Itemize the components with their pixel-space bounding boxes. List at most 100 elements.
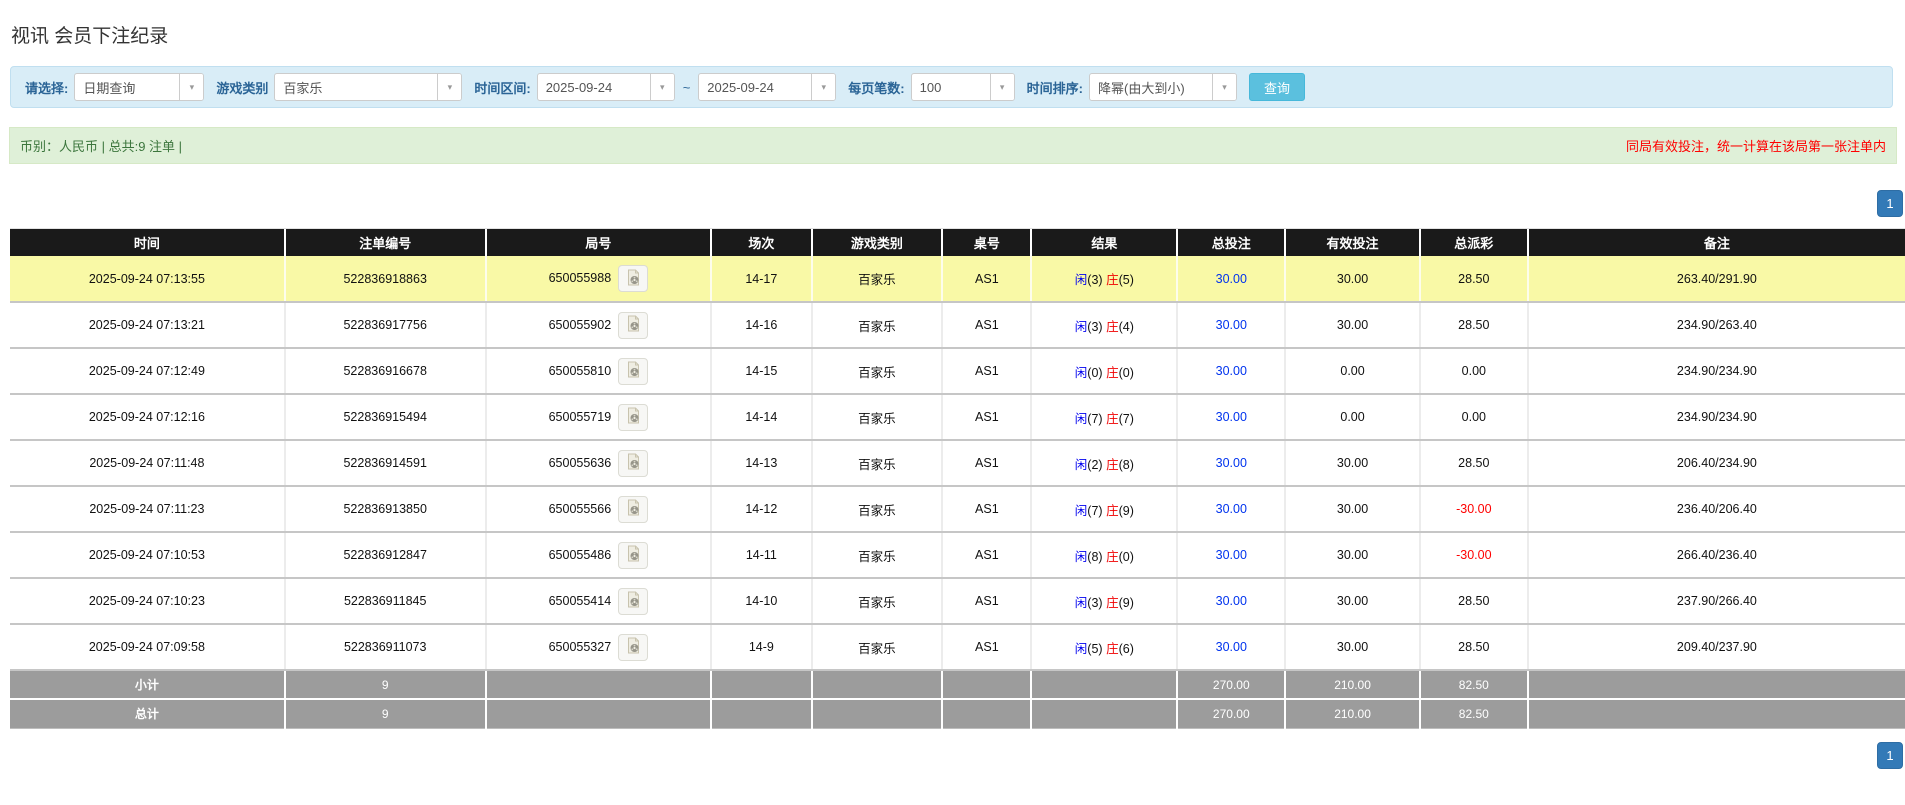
cell-round-no: 650055719 (485, 394, 713, 441)
time-sort-select[interactable]: 降幂(由大到小) ▾ (1088, 73, 1237, 101)
total-bet-link[interactable]: 30.00 (1216, 272, 1247, 286)
result-player-label: 闲 (1074, 411, 1088, 426)
cell-table-no: AS1 (942, 440, 1033, 487)
footer-empty-cell (1031, 699, 1179, 729)
video-replay-button[interactable] (618, 541, 649, 569)
cell-table-no: AS1 (942, 256, 1033, 303)
result-player-score: (8) (1087, 549, 1103, 564)
cell-round-no: 650055988 (485, 256, 713, 303)
cell-total-bet: 30.00 (1177, 394, 1287, 441)
cell-payout: -30.00 (1419, 486, 1529, 533)
result-player-label: 闲 (1074, 641, 1088, 656)
cell-result: 闲(3) 庄(4) (1031, 302, 1179, 349)
cell-remark: 206.40/234.90 (1527, 440, 1905, 487)
cell-valid-bet: 30.00 (1285, 624, 1421, 671)
cell-result: 闲(5) 庄(6) (1031, 624, 1179, 671)
cell-result: 闲(0) 庄(0) (1031, 348, 1179, 395)
cell-bet-no: 522836911073 (284, 624, 487, 671)
video-record-icon (625, 453, 642, 473)
cell-result: 闲(8) 庄(0) (1031, 532, 1179, 579)
result-banker-label: 庄 (1106, 503, 1119, 518)
result-player-score: (3) (1087, 319, 1103, 334)
cell-session: 14-16 (711, 302, 813, 349)
column-header: 游戏类别 (811, 229, 944, 256)
cell-total-bet: 30.00 (1177, 624, 1287, 671)
cell-session: 14-10 (711, 578, 813, 625)
cell-game-type: 百家乐 (811, 302, 944, 349)
game-type-select[interactable]: 百家乐 ▾ (274, 73, 463, 101)
footer-payout: 82.50 (1419, 699, 1529, 729)
video-record-icon (625, 499, 642, 519)
chevron-down-icon: ▾ (649, 74, 674, 100)
page-size-select[interactable]: 100 ▾ (910, 73, 1015, 101)
query-type-value: 日期查询 (83, 80, 136, 96)
date-to-value: 2025-09-24 (707, 79, 774, 95)
result-banker-label: 庄 (1106, 457, 1119, 472)
result-banker-label: 庄 (1106, 595, 1119, 610)
cell-payout: 0.00 (1419, 394, 1529, 441)
round-no-text: 650055486 (548, 547, 612, 562)
result-banker-score: (5) (1118, 273, 1134, 287)
video-replay-button[interactable] (618, 449, 649, 477)
column-header: 有效投注 (1285, 229, 1421, 256)
date-to-select[interactable]: 2025-09-24 ▾ (698, 73, 837, 101)
result-player-label: 闲 (1074, 503, 1088, 518)
result-player-score: (2) (1087, 457, 1103, 472)
bet-record-row: 2025-09-24 07:12:49 522836916678 650055810… (10, 348, 1905, 395)
cell-bet-no: 522836913850 (284, 486, 487, 533)
cell-total-bet: 30.00 (1177, 302, 1287, 349)
summary-bar: 币别：人民币 | 总共:9 注单 | 同局有效投注，统一计算在该局第一张注单内 (9, 127, 1897, 164)
cell-payout: -30.00 (1419, 532, 1529, 579)
cell-bet-no: 522836911845 (284, 578, 487, 625)
video-replay-button[interactable] (618, 587, 649, 615)
cell-session: 14-17 (711, 256, 813, 303)
pagination-page-1-top[interactable]: 1 (1877, 190, 1903, 217)
cell-game-type: 百家乐 (811, 256, 944, 303)
video-replay-button[interactable] (618, 633, 649, 661)
date-from-select[interactable]: 2025-09-24 ▾ (536, 73, 675, 101)
cell-result: 闲(7) 庄(9) (1031, 486, 1179, 533)
bet-record-row: 2025-09-24 07:10:53 522836912847 650055486… (10, 532, 1905, 579)
result-banker-score: (0) (1118, 365, 1134, 380)
total-bet-link[interactable]: 30.00 (1216, 502, 1247, 516)
total-bet-link[interactable]: 30.00 (1216, 456, 1247, 470)
pagination-page-1-bottom[interactable]: 1 (1877, 742, 1903, 769)
cell-remark: 234.90/234.90 (1527, 348, 1905, 395)
footer-empty-cell (485, 699, 713, 729)
footer-empty-cell (1527, 670, 1905, 700)
column-header: 总派彩 (1419, 229, 1529, 256)
cell-table-no: AS1 (942, 348, 1033, 395)
cell-table-no: AS1 (942, 578, 1033, 625)
total-bet-link[interactable]: 30.00 (1216, 640, 1247, 654)
cell-session: 14-12 (711, 486, 813, 533)
result-player-score: (7) (1087, 411, 1103, 426)
video-replay-button[interactable] (618, 495, 649, 523)
video-replay-button[interactable] (618, 357, 649, 385)
time-range-label: 时间区间: (474, 80, 531, 96)
total-bet-link[interactable]: 30.00 (1216, 364, 1247, 378)
footer-empty-cell (1527, 699, 1905, 729)
cell-round-no: 650055327 (485, 624, 713, 671)
game-type-value: 百家乐 (283, 80, 323, 96)
video-replay-button[interactable] (618, 265, 649, 292)
cell-session: 14-9 (711, 624, 813, 671)
cell-result: 闲(2) 庄(8) (1031, 440, 1179, 487)
total-bet-link[interactable]: 30.00 (1216, 318, 1247, 332)
video-record-icon (625, 591, 642, 611)
video-replay-button[interactable] (618, 403, 649, 431)
cell-table-no: AS1 (942, 394, 1033, 441)
result-player-score: (0) (1087, 365, 1103, 380)
search-button[interactable]: 查询 (1248, 73, 1305, 101)
round-no-text: 650055327 (548, 639, 612, 654)
query-type-select[interactable]: 日期查询 ▾ (74, 73, 205, 101)
total-bet-link[interactable]: 30.00 (1216, 594, 1247, 608)
cell-valid-bet: 0.00 (1285, 394, 1421, 441)
result-banker-label: 庄 (1106, 319, 1119, 334)
footer-count: 9 (284, 670, 487, 700)
total-bet-link[interactable]: 30.00 (1216, 410, 1247, 424)
cell-game-type: 百家乐 (811, 348, 944, 395)
total-bet-link[interactable]: 30.00 (1216, 548, 1247, 562)
video-replay-button[interactable] (618, 311, 649, 339)
result-banker-label: 庄 (1106, 365, 1119, 380)
cell-game-type: 百家乐 (811, 440, 944, 487)
